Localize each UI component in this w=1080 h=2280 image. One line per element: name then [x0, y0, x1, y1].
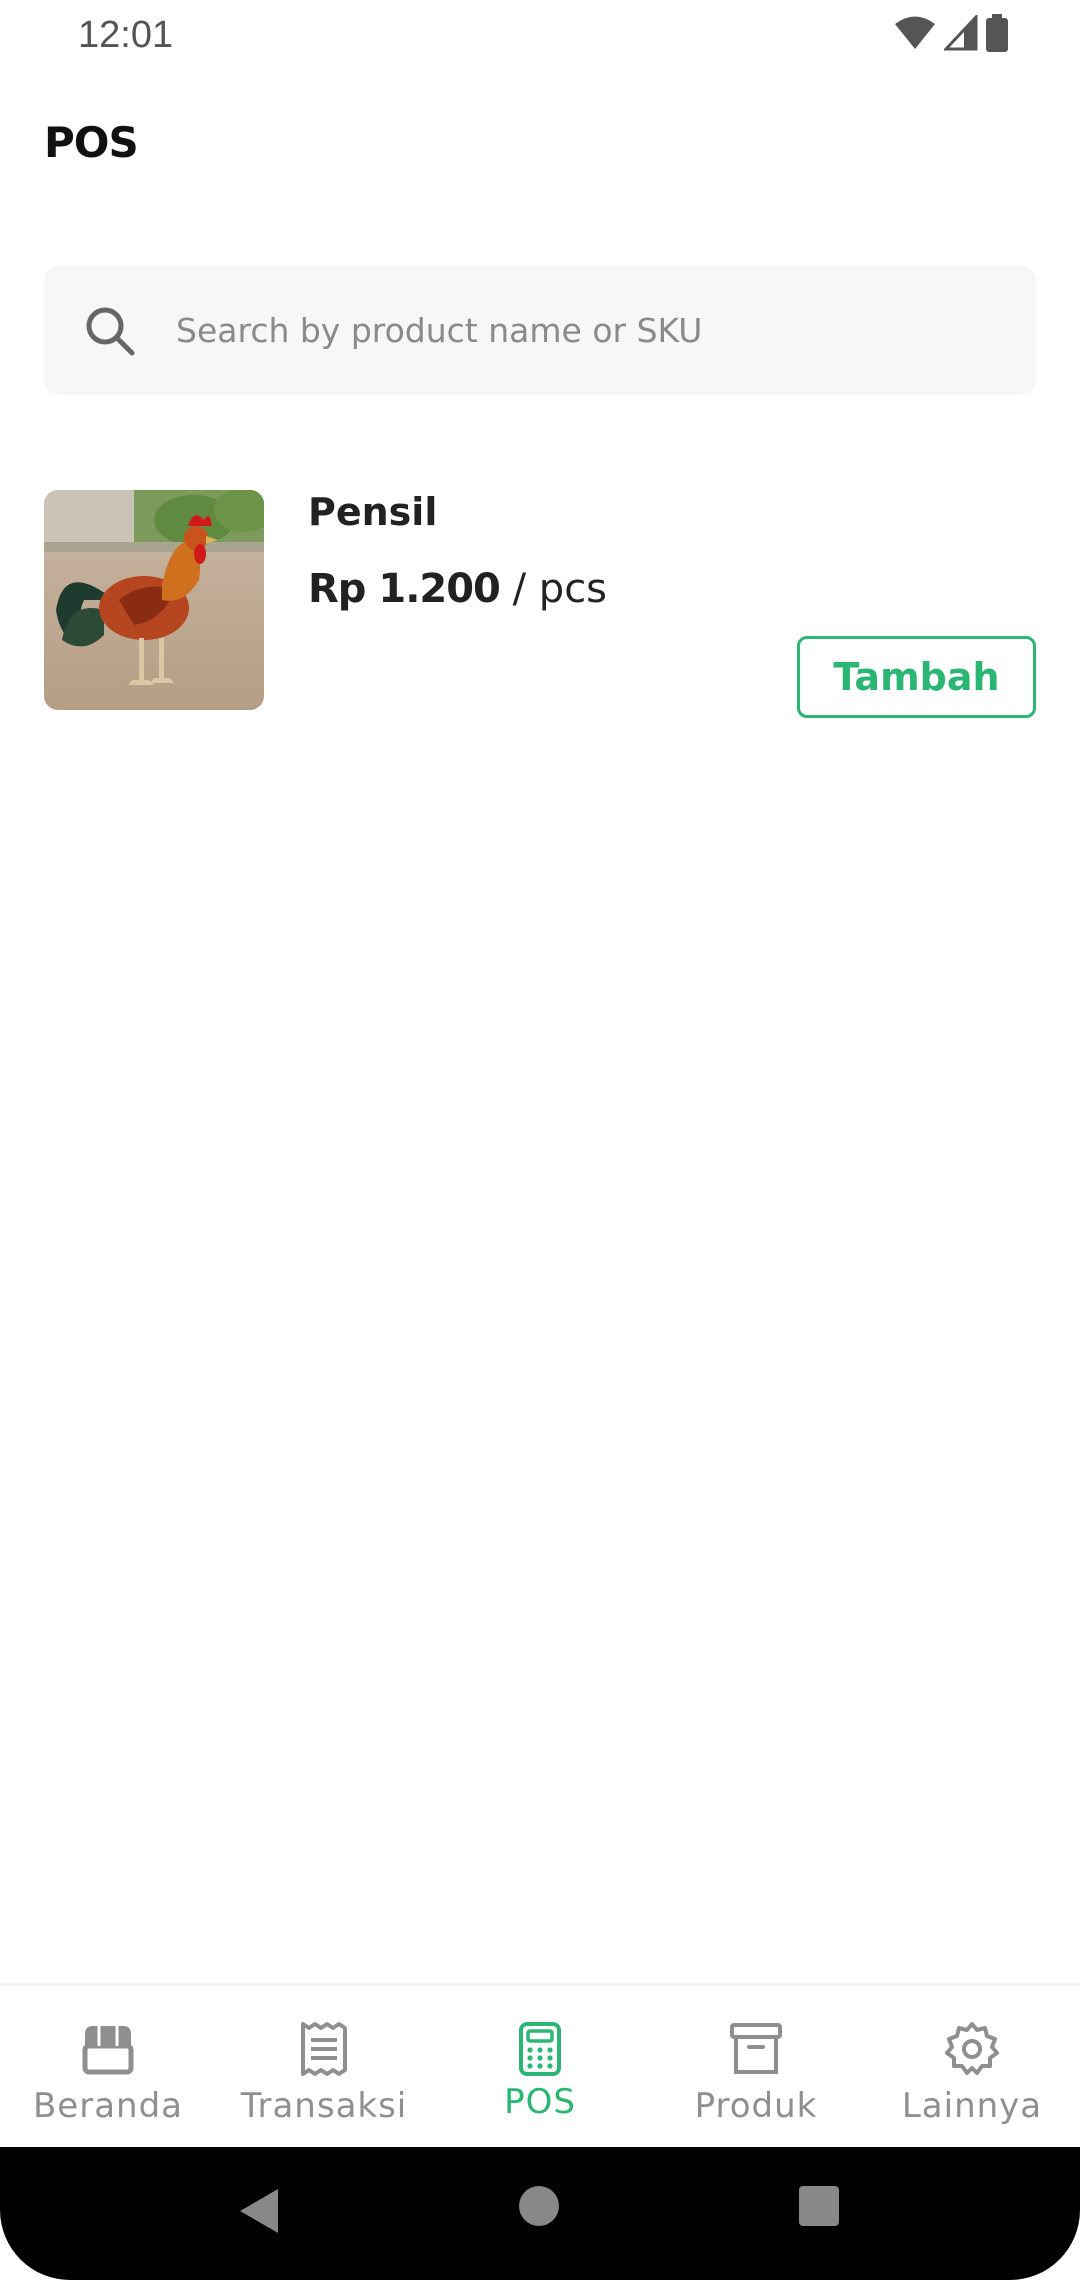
- product-name: Pensil: [308, 490, 438, 534]
- nav-label: Lainnya: [901, 2086, 1043, 2126]
- battery-icon: [986, 14, 1008, 52]
- home-icon[interactable]: [518, 2185, 560, 2227]
- recents-icon[interactable]: [798, 2185, 840, 2227]
- nav-item-produk[interactable]: Produk: [648, 1986, 864, 2147]
- status-time: 12:01: [78, 14, 174, 56]
- nav-item-beranda[interactable]: Beranda: [0, 1986, 216, 2147]
- status-icons: [894, 14, 1008, 52]
- page-title: POS: [44, 118, 139, 167]
- product-price-row: Rp 1.200 / pcs: [308, 566, 607, 612]
- bottom-navigation: Beranda Transaksi POS Produk Lainnya: [0, 1983, 1080, 2147]
- nav-label: Transaksi: [240, 2086, 408, 2126]
- search-icon: [86, 307, 135, 356]
- calculator-icon: [519, 2022, 561, 2076]
- receipt-icon: [301, 2022, 347, 2076]
- system-navigation-bar: [0, 2147, 1080, 2280]
- nav-label: Produk: [694, 2086, 818, 2126]
- product-image: [44, 490, 264, 710]
- store-icon: [82, 2026, 134, 2075]
- status-bar: 12:01: [0, 0, 1080, 70]
- wifi-icon: [895, 16, 935, 49]
- product-price: Rp 1.200: [308, 566, 501, 612]
- cellular-signal-icon: [944, 15, 978, 51]
- nav-item-lainnya[interactable]: Lainnya: [864, 1986, 1080, 2147]
- rooster-photo: [44, 490, 264, 710]
- add-to-cart-button[interactable]: Tambah: [797, 636, 1036, 718]
- nav-item-pos[interactable]: POS: [432, 1986, 648, 2147]
- product-list-item[interactable]: Pensil Rp 1.200 / pcs Tambah: [44, 490, 1036, 720]
- search-input[interactable]: [176, 295, 996, 365]
- archive-box-icon: [730, 2023, 782, 2074]
- nav-label: Beranda: [32, 2086, 184, 2126]
- gear-icon: [945, 2022, 999, 2075]
- search-bar[interactable]: [44, 265, 1036, 395]
- back-icon[interactable]: [236, 2185, 282, 2237]
- product-unit: / pcs: [499, 566, 608, 612]
- nav-item-transaksi[interactable]: Transaksi: [216, 1986, 432, 2147]
- nav-label: POS: [504, 2082, 576, 2122]
